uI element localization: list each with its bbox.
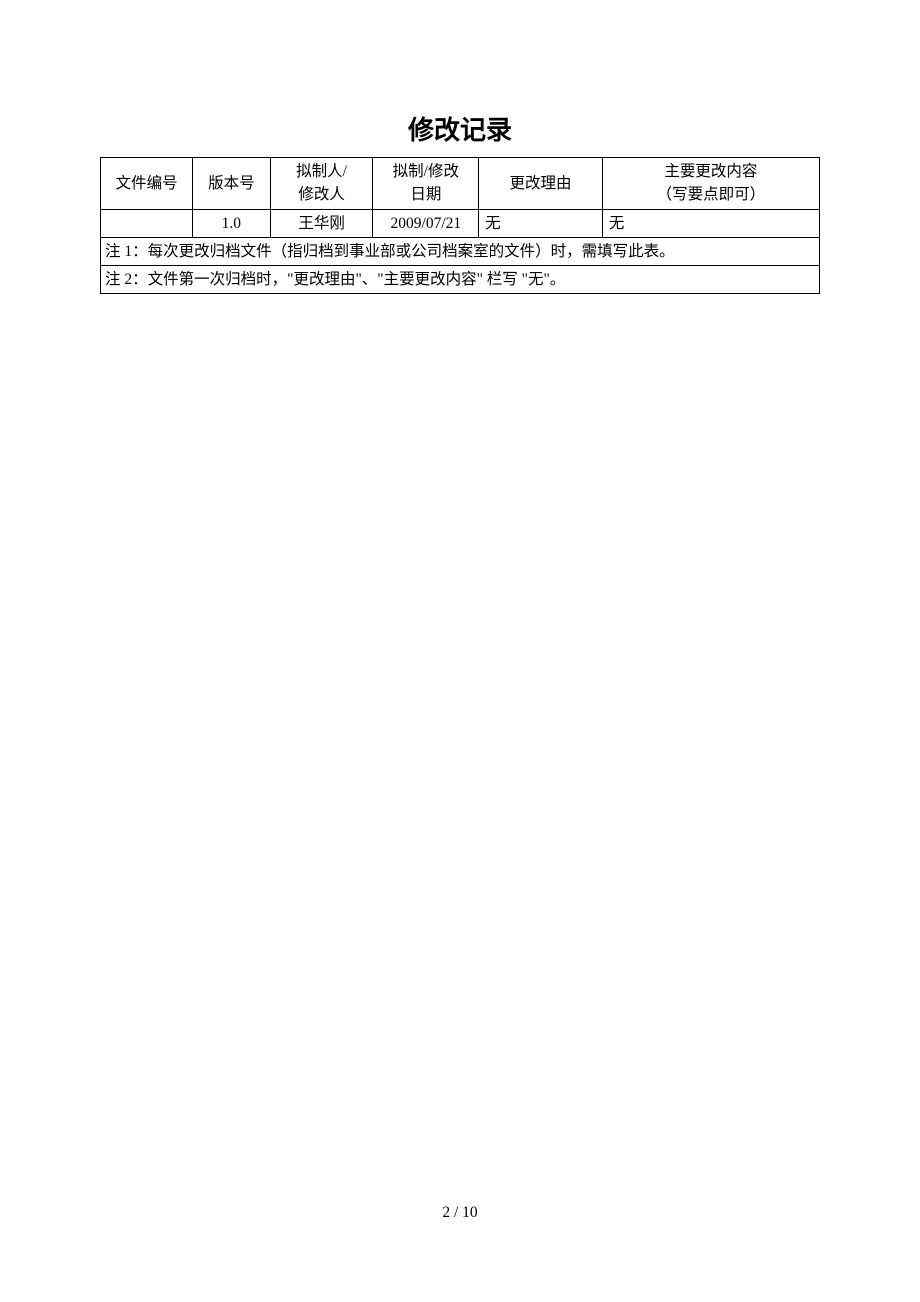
- th-date-l1: 拟制/修改: [393, 163, 459, 180]
- td-date: 2009/07/21: [373, 209, 479, 237]
- table-row: 1.0 王华刚 2009/07/21 无 无: [101, 209, 820, 237]
- table-note-row-1: 注 1：每次更改归档文件（指归档到事业部或公司档案室的文件）时，需填写此表。: [101, 237, 820, 265]
- page-title: 修改记录: [100, 110, 820, 147]
- th-change: 主要更改内容 （写要点即可）: [602, 158, 819, 210]
- th-author-l2: 修改人: [298, 186, 345, 203]
- th-date: 拟制/修改 日期: [373, 158, 479, 210]
- td-change: 无: [602, 209, 819, 237]
- td-docno: [101, 209, 193, 237]
- revision-table: 文件编号 版本号 拟制人/ 修改人 拟制/修改 日期 更改理由 主要更改内容 （…: [100, 157, 820, 294]
- th-date-l2: 日期: [410, 186, 441, 203]
- note-2: 注 2：文件第一次归档时，"更改理由"、"主要更改内容" 栏写 "无"。: [101, 266, 820, 294]
- td-version: 1.0: [193, 209, 271, 237]
- table-header-row: 文件编号 版本号 拟制人/ 修改人 拟制/修改 日期 更改理由 主要更改内容 （…: [101, 158, 820, 210]
- th-docno: 文件编号: [101, 158, 193, 210]
- page-number: 2 / 10: [0, 1204, 920, 1222]
- th-change-l1: 主要更改内容: [664, 163, 757, 180]
- th-author: 拟制人/ 修改人: [270, 158, 373, 210]
- th-reason: 更改理由: [479, 158, 603, 210]
- table-note-row-2: 注 2：文件第一次归档时，"更改理由"、"主要更改内容" 栏写 "无"。: [101, 266, 820, 294]
- td-reason: 无: [479, 209, 603, 237]
- th-change-l2: （写要点即可）: [657, 186, 766, 203]
- th-author-l1: 拟制人/: [296, 163, 347, 180]
- note-1: 注 1：每次更改归档文件（指归档到事业部或公司档案室的文件）时，需填写此表。: [101, 237, 820, 265]
- td-author: 王华刚: [270, 209, 373, 237]
- th-version: 版本号: [193, 158, 271, 210]
